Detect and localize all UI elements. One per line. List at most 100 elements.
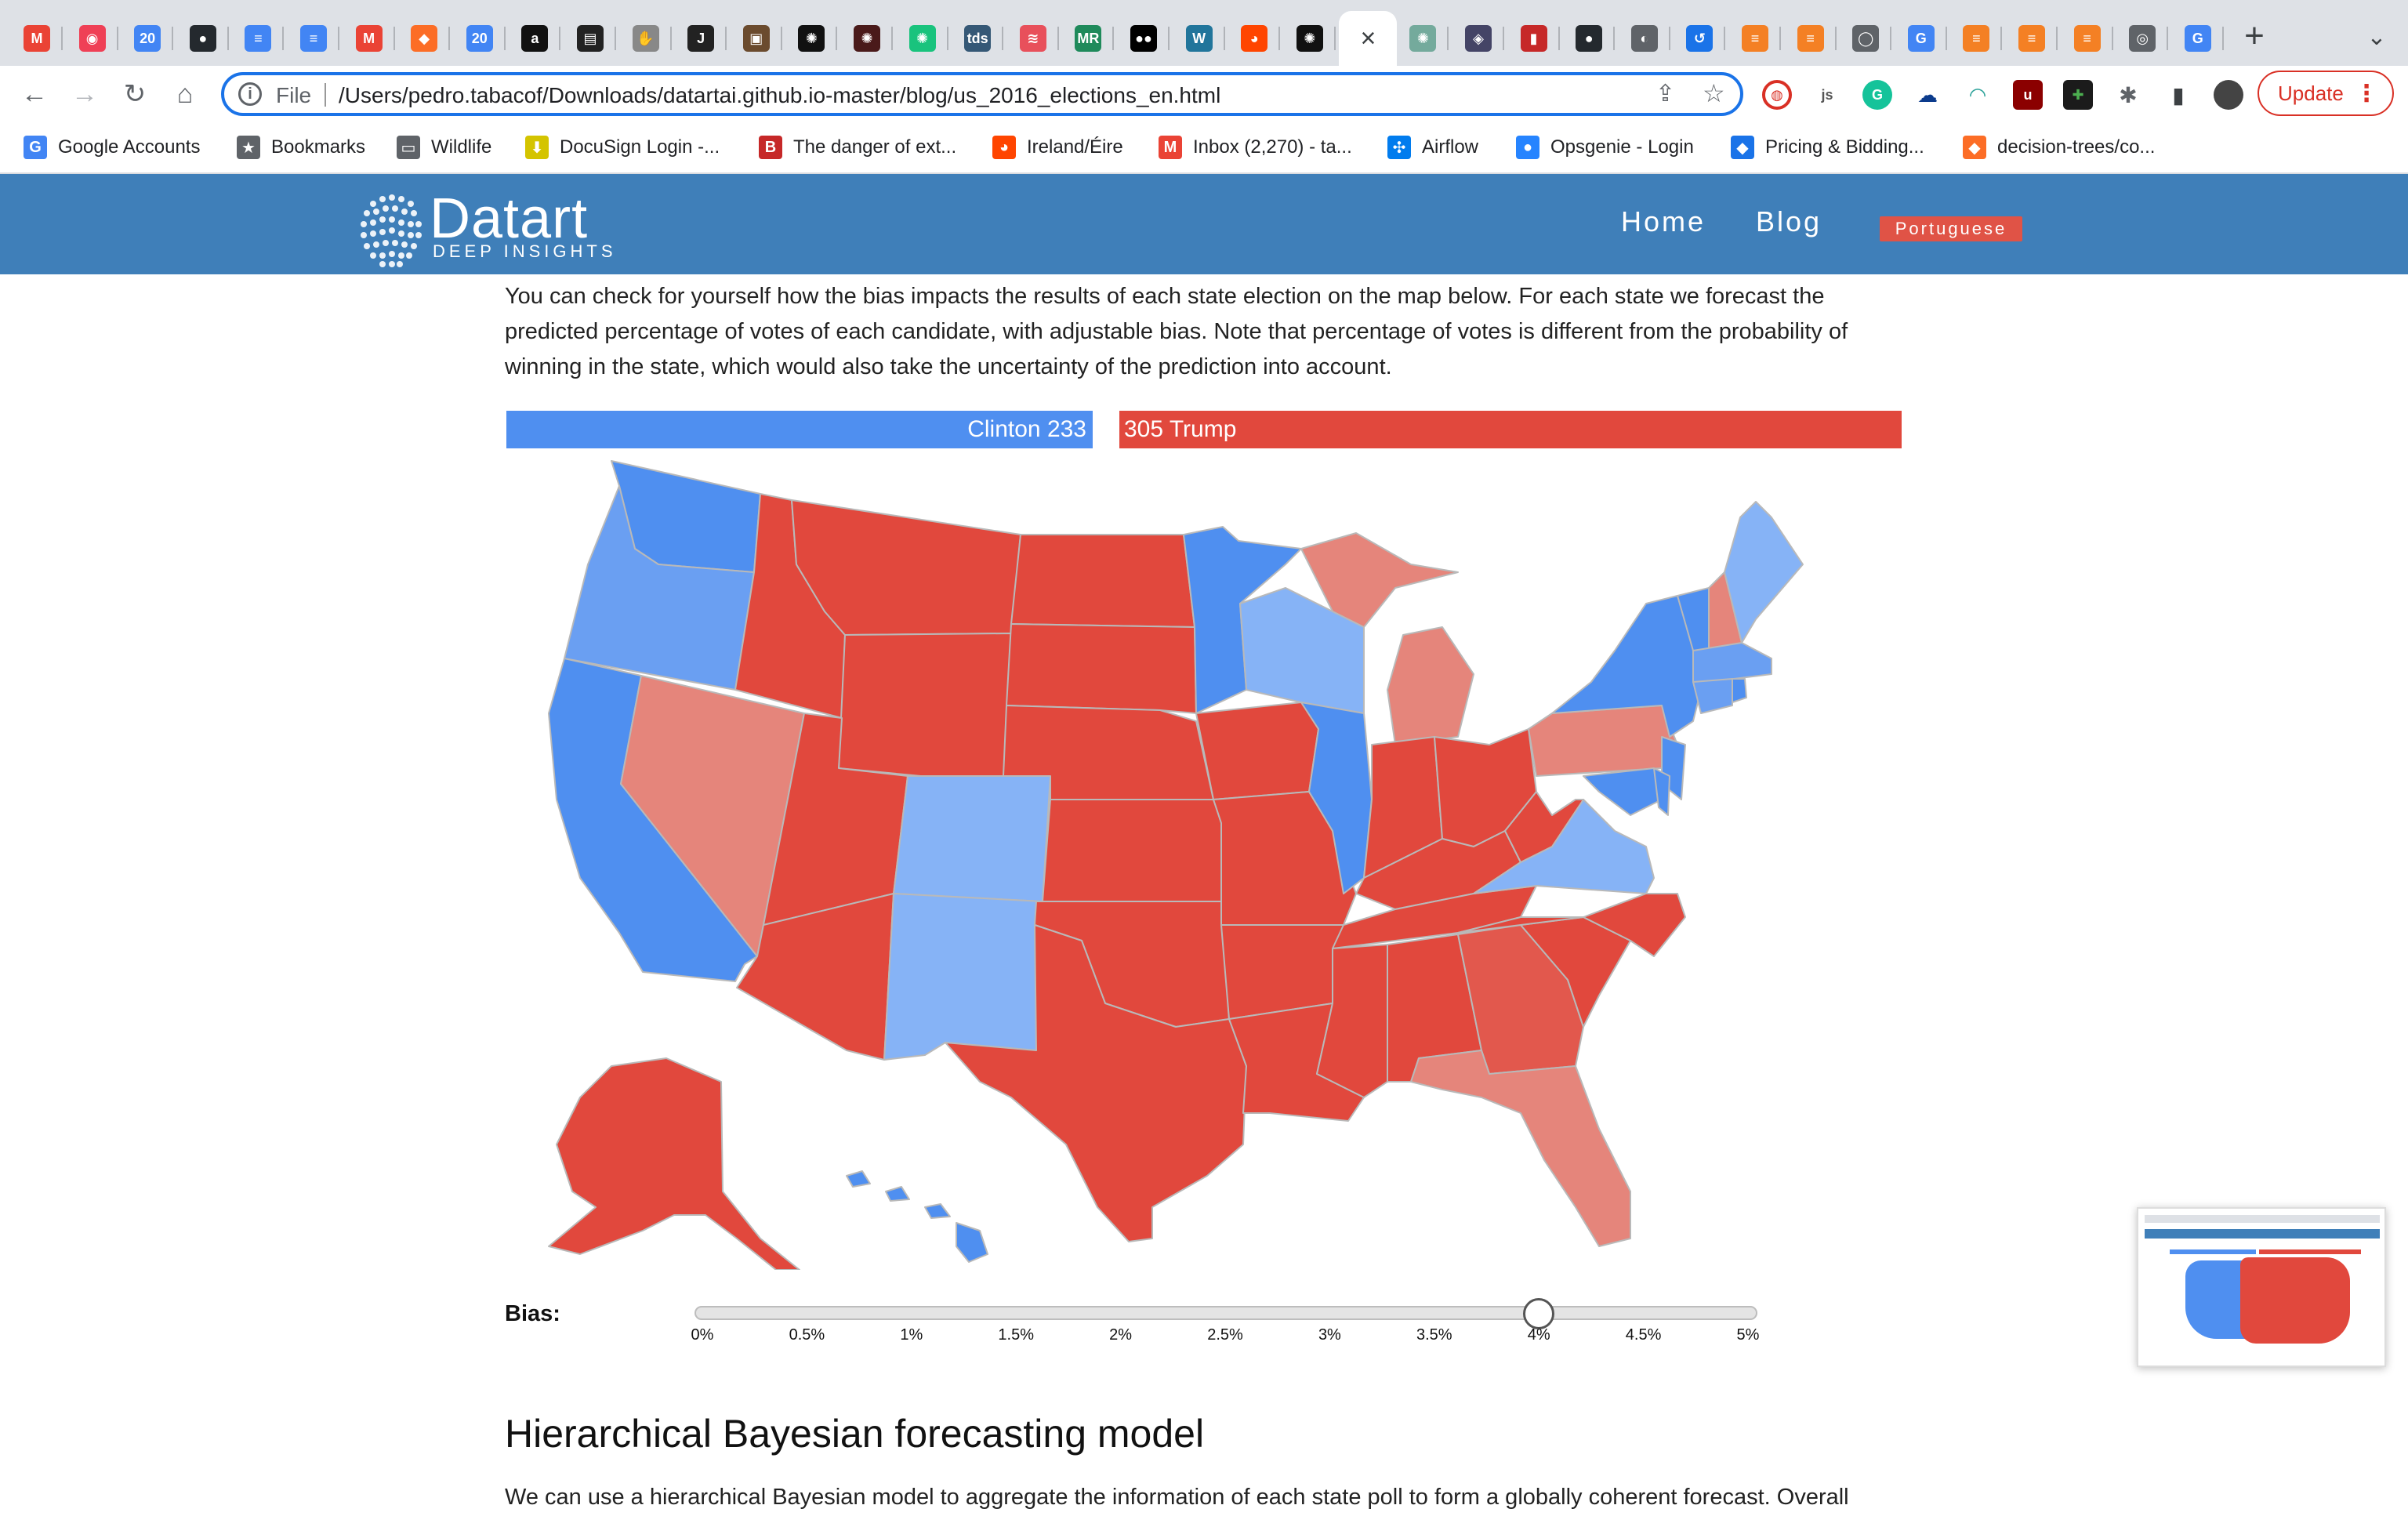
state-wyoming[interactable]: [838, 633, 1012, 785]
state-kansas[interactable]: [1042, 799, 1224, 902]
state-new-mexico[interactable]: [883, 893, 1043, 1061]
browser-tab[interactable]: ≡: [288, 11, 339, 66]
tab-search-chevron-icon[interactable]: ⌄: [2358, 19, 2395, 56]
state-colorado[interactable]: [893, 775, 1051, 902]
state-north-dakota[interactable]: [1010, 534, 1195, 628]
browser-tab[interactable]: ✺: [897, 11, 948, 66]
update-button[interactable]: Update ⋮: [2258, 71, 2394, 116]
state-hawaii[interactable]: [846, 1170, 988, 1263]
ublock-extension-icon[interactable]: u: [2013, 80, 2043, 110]
browser-tab[interactable]: ✺: [1397, 11, 1449, 66]
state-south-dakota[interactable]: [1006, 623, 1197, 714]
browser-tab[interactable]: M: [11, 11, 63, 66]
address-bar[interactable]: i File /Users/pedro.tabacof/Downloads/da…: [221, 72, 1743, 116]
share-icon[interactable]: ⇪: [1656, 80, 1675, 107]
browser-tab[interactable]: ✺: [841, 11, 893, 66]
green-extension-icon[interactable]: ✚: [2063, 80, 2093, 110]
kebab-menu-icon[interactable]: ⋮: [2355, 80, 2378, 107]
home-icon[interactable]: ⌂: [166, 75, 204, 113]
browser-tab[interactable]: ▤: [564, 11, 616, 66]
close-icon[interactable]: ×: [1360, 24, 1376, 54]
browser-tab[interactable]: J: [675, 11, 727, 66]
bookmark-item[interactable]: ● Opsgenie - Login: [1516, 133, 1694, 161]
browser-tab[interactable]: ◎: [2116, 11, 2169, 66]
state-connecticut[interactable]: [1692, 678, 1733, 714]
browser-tab[interactable]: ✋: [620, 11, 672, 66]
browser-tab[interactable]: 20: [121, 11, 174, 66]
browser-tab[interactable]: G: [2172, 11, 2224, 66]
browser-tab[interactable]: W: [1173, 11, 1225, 66]
nav-blog-link[interactable]: Blog: [1756, 205, 1822, 238]
browser-tab[interactable]: tds: [952, 11, 1004, 66]
bookmark-item[interactable]: ◆ Pricing & Bidding...: [1731, 133, 1924, 161]
browser-tab[interactable]: ≡: [2062, 11, 2113, 66]
state-michigan[interactable]: [1387, 626, 1474, 745]
state-delaware[interactable]: [1653, 767, 1670, 816]
screenshot-thumbnail[interactable]: [2137, 1207, 2386, 1367]
bookmark-item[interactable]: ✣ Airflow: [1387, 133, 1478, 161]
browser-tab[interactable]: G: [1895, 11, 1947, 66]
state-maryland[interactable]: [1583, 767, 1663, 816]
state-maine[interactable]: [1724, 501, 1804, 644]
grammarly-extension-icon[interactable]: G: [1862, 80, 1892, 110]
bookmark-item[interactable]: ▭ Wildlife: [397, 133, 491, 161]
browser-tab[interactable]: ≋: [1007, 11, 1059, 66]
reload-icon[interactable]: ↻: [116, 75, 154, 113]
browser-tab[interactable]: ≡: [1729, 11, 1781, 66]
bookmark-item[interactable]: G Google Accounts: [24, 133, 200, 161]
new-tab-button[interactable]: +: [2236, 19, 2273, 56]
state-iowa[interactable]: [1195, 702, 1319, 800]
bookmark-item[interactable]: ◕ Ireland/Éire: [992, 133, 1123, 161]
browser-tab[interactable]: ≡: [1785, 11, 1837, 66]
browser-tab[interactable]: ▮: [1508, 11, 1560, 66]
state-rhode-island[interactable]: [1732, 678, 1747, 703]
browser-tab[interactable]: ●●: [1118, 11, 1170, 66]
forward-arrow-icon[interactable]: →: [66, 75, 103, 113]
browser-tab[interactable]: ◈: [1452, 11, 1504, 66]
side-panel-icon[interactable]: ▮: [2163, 80, 2193, 110]
extensions-puzzle-icon[interactable]: ✱: [2113, 80, 2143, 110]
browser-tab[interactable]: ≡: [1950, 11, 2003, 66]
browser-tab[interactable]: ✺: [1284, 11, 1336, 66]
browser-tab[interactable]: ✺: [785, 11, 838, 66]
bookmark-item[interactable]: ⬇ DocuSign Login -...: [525, 133, 720, 161]
browser-tab[interactable]: ↺: [1674, 11, 1726, 66]
state-massachusetts[interactable]: [1692, 642, 1772, 683]
browser-tab[interactable]: ◕: [1228, 11, 1281, 66]
bias-slider-track[interactable]: [694, 1306, 1757, 1320]
tab-active[interactable]: ×: [1339, 11, 1398, 66]
browser-tab[interactable]: ≡: [2006, 11, 2058, 66]
browser-tab[interactable]: ●: [1563, 11, 1616, 66]
browser-tab[interactable]: ◆: [398, 11, 451, 66]
nav-home-link[interactable]: Home: [1621, 205, 1706, 238]
cloud-extension-icon[interactable]: ☁: [1913, 80, 1942, 110]
browser-tab[interactable]: ◐: [1619, 11, 1670, 66]
browser-tab[interactable]: ▣: [731, 11, 782, 66]
state-alaska[interactable]: [548, 1057, 800, 1270]
lastpass-extension-icon[interactable]: ◍: [1762, 80, 1792, 110]
browser-tab[interactable]: M: [343, 11, 395, 66]
browser-tab[interactable]: 20: [454, 11, 506, 66]
back-arrow-icon[interactable]: ←: [16, 75, 53, 113]
browser-tab[interactable]: MR: [1062, 11, 1115, 66]
browser-tab[interactable]: ◯: [1840, 11, 1892, 66]
bookmark-item[interactable]: B The danger of ext...: [759, 133, 956, 161]
state-pennsylvania[interactable]: [1528, 705, 1678, 777]
arc-extension-icon[interactable]: ◠: [1963, 80, 1993, 110]
browser-tab[interactable]: ●: [177, 11, 229, 66]
profile-avatar[interactable]: [2214, 80, 2243, 110]
bookmark-item[interactable]: ★ Bookmarks: [237, 133, 365, 161]
browser-tab[interactable]: a: [509, 11, 561, 66]
bookmark-item[interactable]: M Inbox (2,270) - ta...: [1159, 133, 1352, 161]
address-url[interactable]: /Users/pedro.tabacof/Downloads/datartai.…: [339, 83, 1220, 108]
js-extension-icon[interactable]: js: [1812, 80, 1842, 110]
browser-tab[interactable]: ◉: [67, 11, 118, 66]
browser-tab[interactable]: ≡: [232, 11, 285, 66]
brain-logo-icon[interactable]: [357, 190, 425, 268]
bookmark-item[interactable]: ◆ decision-trees/co...: [1963, 133, 2155, 161]
language-toggle-button[interactable]: Portuguese: [1880, 216, 2022, 241]
bias-slider-thumb[interactable]: [1523, 1298, 1555, 1329]
state-florida[interactable]: [1410, 1050, 1631, 1247]
bookmark-star-icon[interactable]: ☆: [1703, 78, 1725, 108]
info-icon[interactable]: i: [238, 82, 262, 106]
